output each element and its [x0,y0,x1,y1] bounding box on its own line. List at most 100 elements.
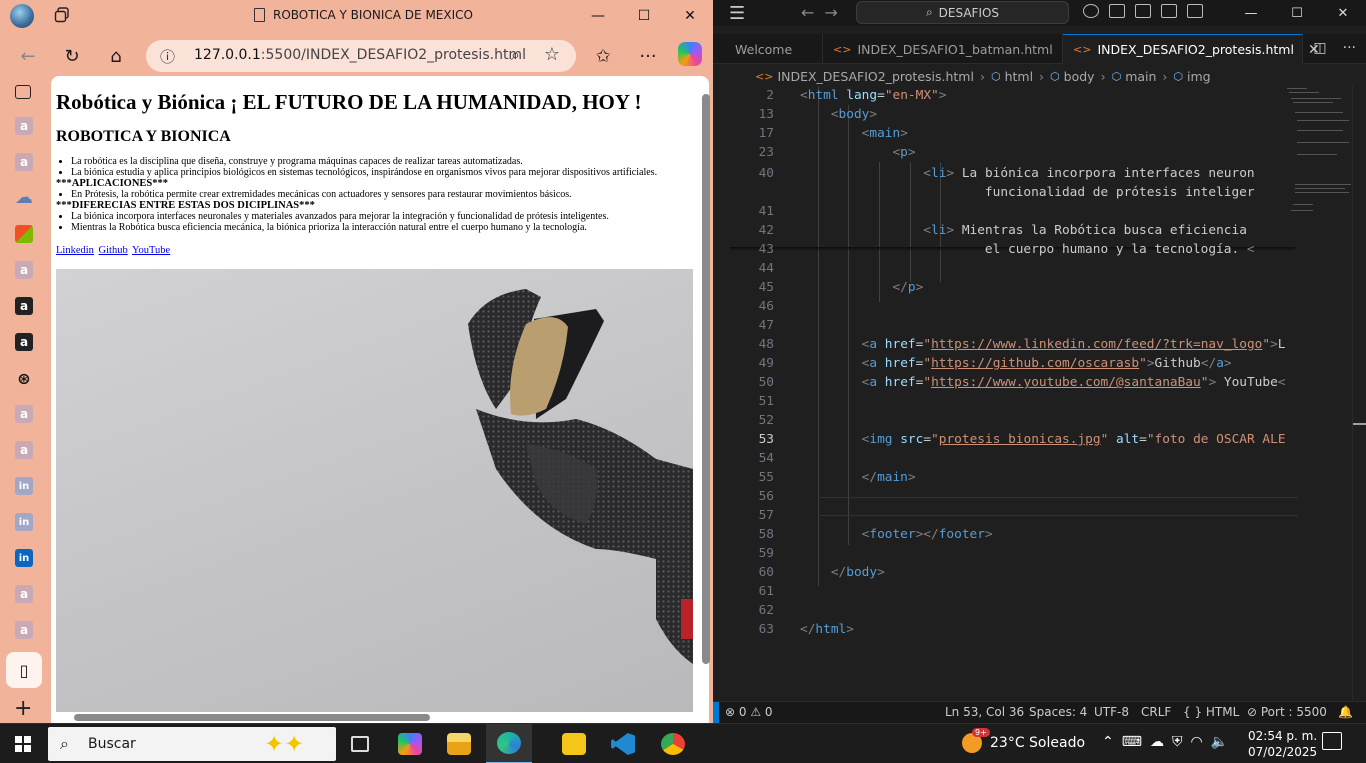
toggle-secondary-sidebar-icon[interactable] [1187,4,1203,18]
scrollbar-thumb[interactable] [702,94,710,664]
maximize-button[interactable]: ☐ [621,0,667,32]
split-editor-icon[interactable]: ◫ [1313,40,1326,56]
notifications-bell-icon[interactable]: 🔔 [1338,705,1353,719]
chatgpt-icon[interactable]: ⊛ [15,369,33,388]
command-center-search[interactable]: ⌕ DESAFIOS [856,1,1069,24]
workspaces-icon[interactable] [15,85,31,99]
scrollbar-thumb[interactable] [74,714,430,721]
zoom-icon[interactable]: ⌕ [511,45,520,65]
file-explorer-icon[interactable] [436,724,482,763]
language-mode[interactable]: { } HTML [1183,705,1239,719]
copilot-icon[interactable] [678,42,702,66]
breadcrumb-item[interactable]: html [1005,69,1033,84]
amazon-icon[interactable]: a [15,621,33,639]
linkedin-icon[interactable]: in [15,477,33,495]
tab-welcome[interactable]: Welcome [725,34,823,64]
remote-indicator[interactable] [713,702,719,723]
tab-desafio1[interactable]: <> INDEX_DESAFIO1_batman.html [823,34,1063,64]
copilot-taskbar-icon[interactable] [387,724,433,763]
customize-layout-icon[interactable] [1109,4,1125,18]
amazon-icon[interactable]: a [15,333,33,351]
address-bar[interactable]: ⓘ 127.0.0.1:5500/INDEX_DESAFIO2_protesis… [146,40,576,72]
page-icon[interactable]: ▯ [15,661,33,680]
favorites-icon[interactable]: ✩ [589,42,617,70]
refresh-button[interactable]: ↻ [58,42,86,70]
tab-actions-icon[interactable] [54,7,70,23]
github-link[interactable]: Github [99,245,128,256]
chevron-up-icon[interactable]: ⌃ [1102,734,1114,750]
breadcrumb-item[interactable]: img [1187,69,1211,84]
back-button[interactable]: ← [14,42,42,70]
toggle-sidebar-icon[interactable] [1135,4,1151,18]
edge-titlebar: ROBOTICA Y BIONICA DE MEXICO — ☐ ✕ [0,0,713,32]
info-icon[interactable]: ⓘ [160,46,175,67]
breadcrumb-item[interactable]: body [1064,69,1095,84]
amazon-icon[interactable]: a [15,297,33,315]
breadcrumb-item[interactable]: main [1125,69,1156,84]
youtube-link[interactable]: YouTube [132,245,170,256]
wifi-icon[interactable]: ◠ [1190,734,1202,750]
amazon-icon[interactable]: a [15,405,33,423]
home-button[interactable]: ⌂ [102,42,130,70]
windows-start-icon[interactable] [15,736,31,752]
more-actions-icon[interactable]: ··· [1343,40,1356,56]
content-block: La robótica es la disciplina que diseña,… [56,156,693,233]
amazon-icon[interactable]: a [15,153,33,171]
breadcrumb: <> INDEX_DESAFIO2_protesis.html › ⬡ html … [755,68,1211,84]
volume-icon[interactable]: 🔈 [1211,734,1228,750]
web-page: Robótica y Biónica ¡ EL FUTURO DE LA HUM… [56,90,693,256]
more-menu-icon[interactable]: ··· [634,42,662,70]
notification-center-icon[interactable] [1322,732,1342,750]
search-icon: ⌕ [60,734,69,753]
cloud-icon[interactable]: ☁ [1150,734,1164,750]
keyboard-icon[interactable]: ⌨ [1122,734,1142,750]
profile-avatar[interactable] [10,4,34,28]
copilot-layout-icon[interactable] [1083,4,1099,18]
vscode-taskbar-icon[interactable] [600,724,646,763]
vscode-maximize-button[interactable]: ☐ [1274,0,1320,26]
code-editor[interactable]: 2 13 17 23 40 41 42 43 44 45 46 47 48 49… [730,86,1298,706]
office-icon[interactable] [15,225,33,243]
security-shield-icon[interactable]: ⛨ [1172,734,1183,750]
linkedin-icon[interactable]: in [15,549,33,567]
address-url[interactable]: 127.0.0.1:5500/INDEX_DESAFIO2_protesis.h… [194,47,526,63]
problems-indicator[interactable]: ⊗ 0 ⚠ 0 [725,705,773,719]
favorite-star-icon[interactable]: ☆ [544,44,560,65]
vscode-minimize-button[interactable]: — [1228,0,1274,26]
linkedin-link[interactable]: Linkedin [56,245,94,256]
edge-taskbar-icon[interactable] [486,724,532,763]
close-button[interactable]: ✕ [667,0,713,32]
chrome-taskbar-icon[interactable] [650,724,696,763]
indentation[interactable]: Spaces: 4 [1029,705,1087,719]
minimize-button[interactable]: — [575,0,621,32]
encoding[interactable]: UTF-8 [1094,705,1129,719]
taskbar-search[interactable]: ⌕ Buscar ✦✦ [48,727,336,761]
weather-widget[interactable]: 9+ 23°C Soleado [962,728,1085,753]
cursor-position[interactable]: Ln 53, Col 36 [945,705,1024,719]
tab-desafio2[interactable]: <> INDEX_DESAFIO2_protesis.html ✕ [1063,34,1320,64]
toggle-panel-icon[interactable] [1161,4,1177,18]
amazon-icon[interactable]: a [15,261,33,279]
live-server-port[interactable]: ⊘ Port : 5500 [1247,705,1327,719]
vscode-close-button[interactable]: ✕ [1320,0,1366,26]
menu-icon[interactable]: ☰ [729,3,745,24]
onedrive-icon[interactable]: ☁ [15,187,33,208]
amazon-icon[interactable]: a [15,117,33,135]
amazon-icon[interactable]: a [15,585,33,603]
nav-arrows[interactable]: ←→ [801,3,848,22]
document-icon [254,8,265,22]
sticky-notes-icon[interactable] [551,724,597,763]
page-horizontal-scrollbar[interactable] [56,712,692,722]
end-of-line[interactable]: CRLF [1141,705,1171,719]
editor-scrollbar[interactable] [1352,86,1366,701]
breadcrumb-item[interactable]: INDEX_DESAFIO2_protesis.html [777,69,974,84]
minimap[interactable] [1283,86,1353,226]
add-sidebar-icon[interactable]: + [14,696,32,721]
tab-label: INDEX_DESAFIO1_batman.html [857,41,1053,57]
task-view-icon[interactable] [337,724,383,763]
page-vertical-scrollbar[interactable] [699,76,711,708]
amazon-icon[interactable]: a [15,441,33,459]
clock[interactable]: 02:54 p. m. 07/02/2025 [1248,728,1317,760]
linkedin-icon[interactable]: in [15,513,33,531]
section-label: ***APLICACIONES*** [56,178,169,189]
